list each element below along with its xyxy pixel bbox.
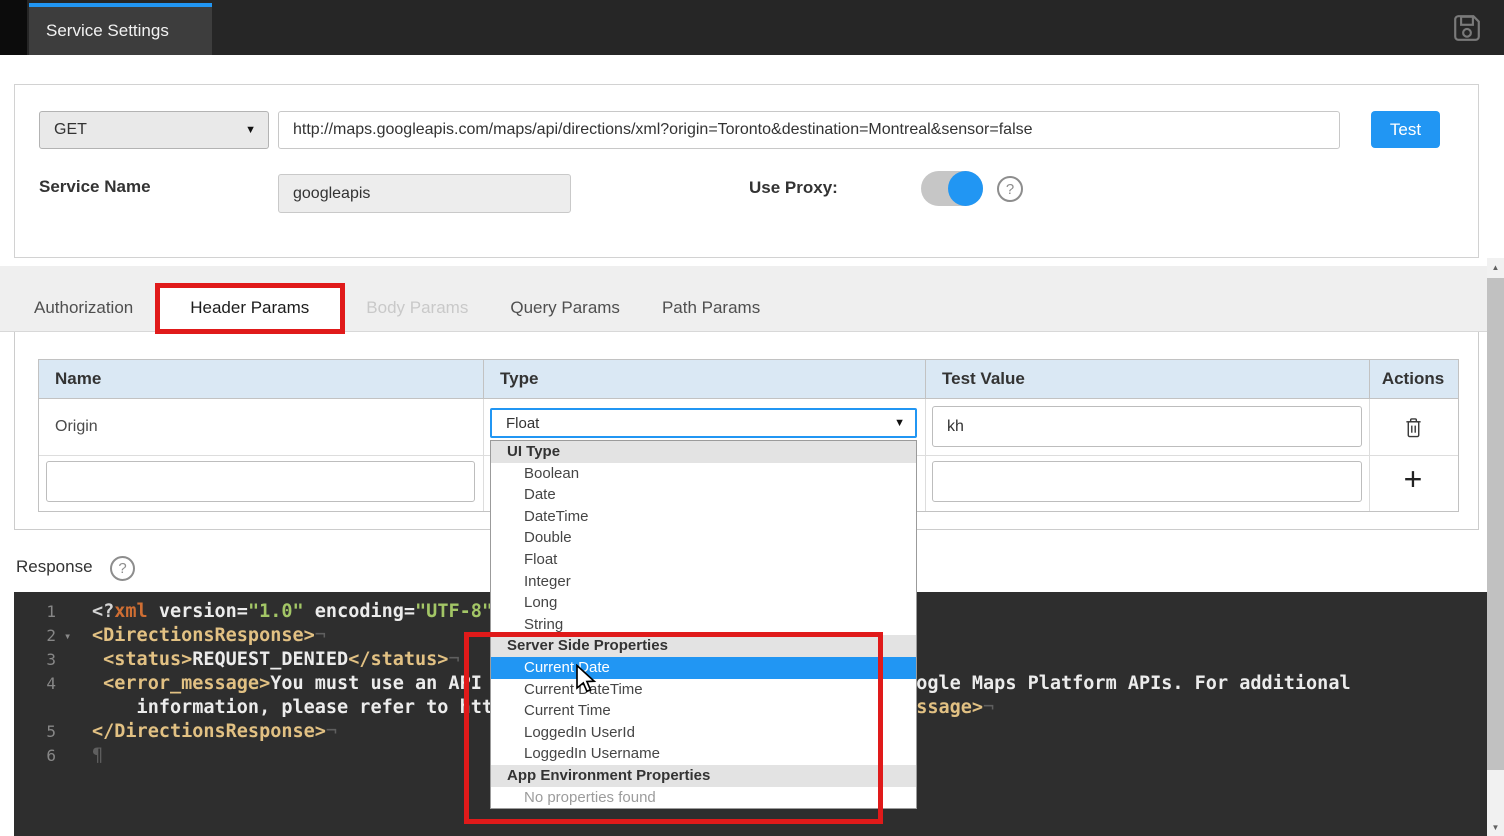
line-number: 6 [14, 744, 56, 768]
scrollbar-thumb[interactable] [1487, 278, 1504, 770]
column-header: Actions [1370, 360, 1456, 398]
scroll-up-arrow-icon[interactable]: ▲ [1487, 258, 1504, 276]
new-param-name-input[interactable] [46, 461, 475, 502]
dropdown-group-header: App Environment Properties [491, 765, 916, 787]
line-number: 1 [14, 600, 56, 624]
dropdown-option[interactable]: LoggedIn Username [491, 743, 916, 765]
line-number: 3 [14, 648, 56, 672]
code-text: </DirectionsResponse>¬ [92, 720, 337, 744]
dropdown-option[interactable]: String [491, 614, 916, 636]
dropdown-option[interactable]: Current Time [491, 700, 916, 722]
column-header: Name [39, 360, 484, 398]
code-text: <?xml version="1.0" encoding="UTF-8"?> [92, 600, 515, 624]
proxy-help-icon[interactable]: ? [997, 176, 1023, 202]
column-header: Test Value [926, 360, 1370, 398]
tab-query-params[interactable]: Query Params [492, 284, 638, 331]
gutter-spacer [56, 600, 92, 624]
line-number: 4 [14, 672, 56, 696]
param-type-select[interactable]: Float ▼ [490, 408, 917, 438]
param-type-value: Float [506, 415, 539, 432]
dropdown-option[interactable]: Integer [491, 571, 916, 593]
line-number: 5 [14, 720, 56, 744]
dropdown-empty-text: No properties found [491, 787, 916, 809]
add-param-button[interactable]: + [1386, 455, 1440, 503]
type-dropdown-list: UI TypeBooleanDateDateTimeDoubleFloatInt… [490, 440, 917, 809]
service-settings-screen: Service Settings GET ▼ Test Service Name… [0, 0, 1504, 836]
code-text: ¶ [92, 744, 103, 768]
service-url-input[interactable] [278, 111, 1340, 149]
tab-service-settings[interactable]: Service Settings [29, 3, 212, 55]
request-form-panel: GET ▼ Test Service Name Use Proxy: ? [14, 84, 1479, 258]
dropdown-option[interactable]: Float [491, 549, 916, 571]
top-bar: Service Settings [0, 0, 1504, 55]
line-number [14, 696, 56, 720]
chevron-down-icon: ▼ [245, 124, 256, 136]
table-header-row: NameTypeTest ValueActions [39, 360, 1458, 399]
column-header: Type [484, 360, 926, 398]
trash-icon [1404, 416, 1423, 439]
test-value-input[interactable] [932, 406, 1362, 447]
gutter-spacer [56, 672, 92, 696]
tab-authorization[interactable]: Authorization [16, 284, 151, 331]
tab-body-params[interactable]: Body Params [348, 284, 486, 331]
http-method-select[interactable]: GET ▼ [39, 111, 269, 149]
param-name-value: Origin [39, 399, 483, 455]
dropdown-option[interactable]: LoggedIn UserId [491, 722, 916, 744]
delete-param-button[interactable] [1386, 403, 1440, 451]
code-text: <status>REQUEST_DENIED</status>¬ [92, 648, 460, 672]
dropdown-option[interactable]: Double [491, 527, 916, 549]
toggle-knob [948, 171, 983, 206]
code-text: <DirectionsResponse>¬ [92, 624, 326, 648]
page-scrollbar[interactable]: ▲ ▼ [1487, 258, 1504, 836]
dropdown-option[interactable]: Current Date [491, 657, 916, 679]
use-proxy-label: Use Proxy: [749, 178, 838, 198]
save-button[interactable] [1450, 11, 1484, 45]
plus-icon: + [1404, 461, 1423, 498]
dropdown-option[interactable]: Boolean [491, 463, 916, 485]
param-tabs: AuthorizationHeader ParamsBody ParamsQue… [0, 266, 1487, 332]
dropdown-group-header: UI Type [491, 441, 916, 463]
line-number: 2 [14, 624, 56, 648]
gutter-spacer [56, 744, 92, 768]
http-method-value: GET [54, 121, 87, 139]
tab-header-params[interactable]: Header Params [157, 284, 342, 331]
window-edge-strip [0, 0, 27, 55]
service-name-label: Service Name [39, 177, 151, 197]
new-param-test-value-input[interactable] [932, 461, 1362, 502]
chevron-down-icon: ▼ [894, 417, 905, 429]
use-proxy-toggle[interactable] [921, 171, 983, 206]
gutter-spacer [56, 648, 92, 672]
service-settings-tab-label: Service Settings [46, 21, 169, 41]
response-help-icon[interactable]: ? [110, 556, 135, 581]
dropdown-option[interactable]: Date [491, 484, 916, 506]
save-icon [1452, 12, 1482, 44]
response-label: Response [16, 557, 93, 577]
dropdown-option[interactable]: DateTime [491, 506, 916, 528]
scroll-down-arrow-icon[interactable]: ▼ [1487, 819, 1504, 836]
gutter-spacer [56, 720, 92, 744]
service-name-input[interactable] [278, 174, 571, 213]
dropdown-option[interactable]: Current DateTime [491, 679, 916, 701]
dropdown-option[interactable]: Long [491, 592, 916, 614]
dropdown-group-header: Server Side Properties [491, 635, 916, 657]
tab-path-params[interactable]: Path Params [644, 284, 778, 331]
test-button[interactable]: Test [1371, 111, 1440, 148]
fold-icon[interactable]: ▾ [56, 624, 92, 648]
gutter-spacer [56, 696, 92, 720]
